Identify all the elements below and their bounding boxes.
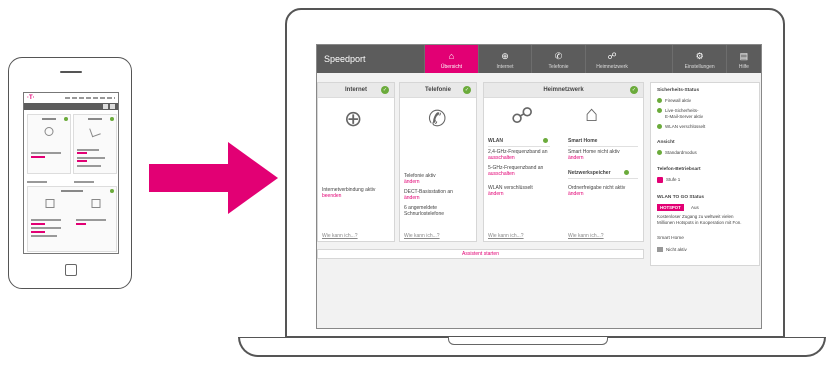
mobile-telefonie-card <box>73 114 117 174</box>
mobile-heimnetz-card <box>27 186 117 252</box>
mobile-navbar <box>24 103 118 110</box>
wlan-title: WLAN <box>488 138 503 144</box>
hotspot-desc: Kostenloser Zugang zu weltweit vielen <box>657 214 734 219</box>
card-title: Heimnetzwerk <box>484 83 643 98</box>
hotspot-badge: HOTSPOT <box>657 204 684 211</box>
internet-beenden-link[interactable]: beenden <box>322 193 341 199</box>
phone-screen: ·T· <box>23 92 119 254</box>
nav-einstellungen[interactable]: ⚙ Einstellungen <box>672 45 726 73</box>
divider <box>568 146 638 147</box>
internet-card: Internet ✓ ⊕ Internetverbindung aktiv be… <box>317 82 395 242</box>
router-navbar: Speedport ⌂ Übersicht ⊕ Internet ✆ Telef… <box>317 45 761 73</box>
brand-label: Speedport <box>324 54 366 64</box>
nav-hilfe[interactable]: ▤ Hilfe <box>725 45 761 73</box>
globe-icon: ⊕ <box>344 106 363 131</box>
status-dot <box>657 124 662 129</box>
status-dot <box>624 170 629 175</box>
status-dot <box>657 150 662 155</box>
nav-label: Übersicht <box>440 64 463 70</box>
wlan-5-toggle-link[interactable]: ausschalten <box>488 171 515 177</box>
phone-icon: ✆ <box>428 106 447 131</box>
laptop-trackpad-notch <box>448 337 608 345</box>
mobile-links <box>64 97 115 99</box>
arrow-icon <box>149 164 229 192</box>
nav-label: Hilfe <box>738 64 749 70</box>
nav-uebersicht[interactable]: ⌂ Übersicht <box>424 45 478 73</box>
handsets-label: Schnurlostelefone <box>404 211 445 217</box>
heimnetzwerk-card: Heimnetzwerk ✓ ☍ ⌂ WLAN 2,4-GHz-Frequenz… <box>483 82 644 242</box>
network-icon: ☍ <box>607 51 617 61</box>
ansicht-value: Standardmodus <box>665 150 697 155</box>
mobile-internet-card <box>27 114 71 174</box>
ansicht-title: Ansicht <box>657 140 675 145</box>
laptop-screen: Speedport ⌂ Übersicht ⊕ Internet ✆ Telef… <box>316 44 762 329</box>
security-item: WLAN verschlüsselt <box>665 124 706 129</box>
illustration: ·T· Speedport ⌂ Übersicht ⊕ Internet ✆ T… <box>0 0 837 369</box>
nas-title: Netzwerkspeicher <box>568 170 611 176</box>
wlan-24-toggle-link[interactable]: ausschalten <box>488 155 515 161</box>
smart-home-icon: ⌂ <box>585 101 599 126</box>
nav-telefonie[interactable]: ✆ Telefonie <box>531 45 585 73</box>
help-link[interactable]: Wie kann ich...? <box>404 233 440 239</box>
mobile-line <box>27 181 47 183</box>
check-icon: ✓ <box>463 86 471 94</box>
mobile-line <box>74 181 94 183</box>
smartphone: ·T· <box>8 57 132 289</box>
smart-home-link[interactable]: ändern <box>568 155 584 161</box>
phone-icon: ✆ <box>554 51 563 61</box>
home-icon: ⌂ <box>448 51 455 61</box>
telefon-mode-title: Telefon-Betriebsart <box>657 167 701 172</box>
smart-home-value: Nicht aktiv <box>666 247 687 252</box>
wlan-to-go-title: WLAN TO GO Status <box>657 195 705 200</box>
check-icon: ✓ <box>381 86 389 94</box>
arrow-head <box>228 142 278 214</box>
telekom-logo: ·T· <box>27 95 35 101</box>
help-link[interactable]: Wie kann ich...? <box>568 233 604 239</box>
telefonie-aendern-link[interactable]: ändern <box>404 179 420 185</box>
security-title: Sicherheits-Status <box>657 88 700 93</box>
hotspot-desc: Millionen Hotspots in Kooperation mit Fo… <box>657 220 742 225</box>
gear-icon: ⚙ <box>695 51 704 61</box>
mobile-topbar: ·T· <box>24 93 118 103</box>
help-link[interactable]: Wie kann ich...? <box>322 233 358 239</box>
nav-heimnetzwerk[interactable]: ☍ Heimnetzwerk <box>584 45 639 73</box>
security-item: E-Mail-Server aktiv <box>665 114 704 119</box>
nav-label: Einstellungen <box>684 64 715 70</box>
wlan-encryption-link[interactable]: ändern <box>488 191 504 197</box>
nav-internet[interactable]: ⊕ Internet <box>477 45 532 73</box>
security-item: Live-Sicherheits- <box>665 108 699 113</box>
smart-home-title: Smart Home <box>568 138 598 144</box>
smart-home-title: Smart Home <box>657 236 684 241</box>
nav-label: Telefonie <box>548 64 569 70</box>
dect-aendern-link[interactable]: ändern <box>404 195 420 201</box>
status-sidebar: Sicherheits-Status Firewall aktiv Live-S… <box>650 82 760 266</box>
help-link[interactable]: Wie kann ich...? <box>488 233 524 239</box>
person-icon <box>657 177 663 183</box>
assistant-start-button[interactable]: Assistent starten <box>317 249 644 259</box>
smart-home-icon <box>657 247 663 252</box>
status-dot <box>543 138 548 143</box>
nav-label: Internet <box>496 64 514 70</box>
divider <box>568 178 638 179</box>
nas-link[interactable]: ändern <box>568 191 584 197</box>
phone-speaker <box>60 71 82 73</box>
divider <box>488 146 550 147</box>
check-icon: ✓ <box>630 86 638 94</box>
nav-label: Heimnetzwerk <box>596 64 628 70</box>
phone-home-button <box>65 264 77 276</box>
security-item: Firewall aktiv <box>665 98 692 103</box>
telefonie-card: Telefonie ✓ ✆ Telefonie aktiv ändern DEC… <box>399 82 477 242</box>
telefon-mode-value: Stufe 1 <box>666 177 681 182</box>
book-icon: ▤ <box>739 51 749 61</box>
status-dot <box>657 98 662 103</box>
network-icon: ☍ <box>511 103 534 128</box>
globe-icon: ⊕ <box>501 51 509 61</box>
hotspot-status: Aus <box>691 205 699 210</box>
status-dot <box>657 108 662 113</box>
